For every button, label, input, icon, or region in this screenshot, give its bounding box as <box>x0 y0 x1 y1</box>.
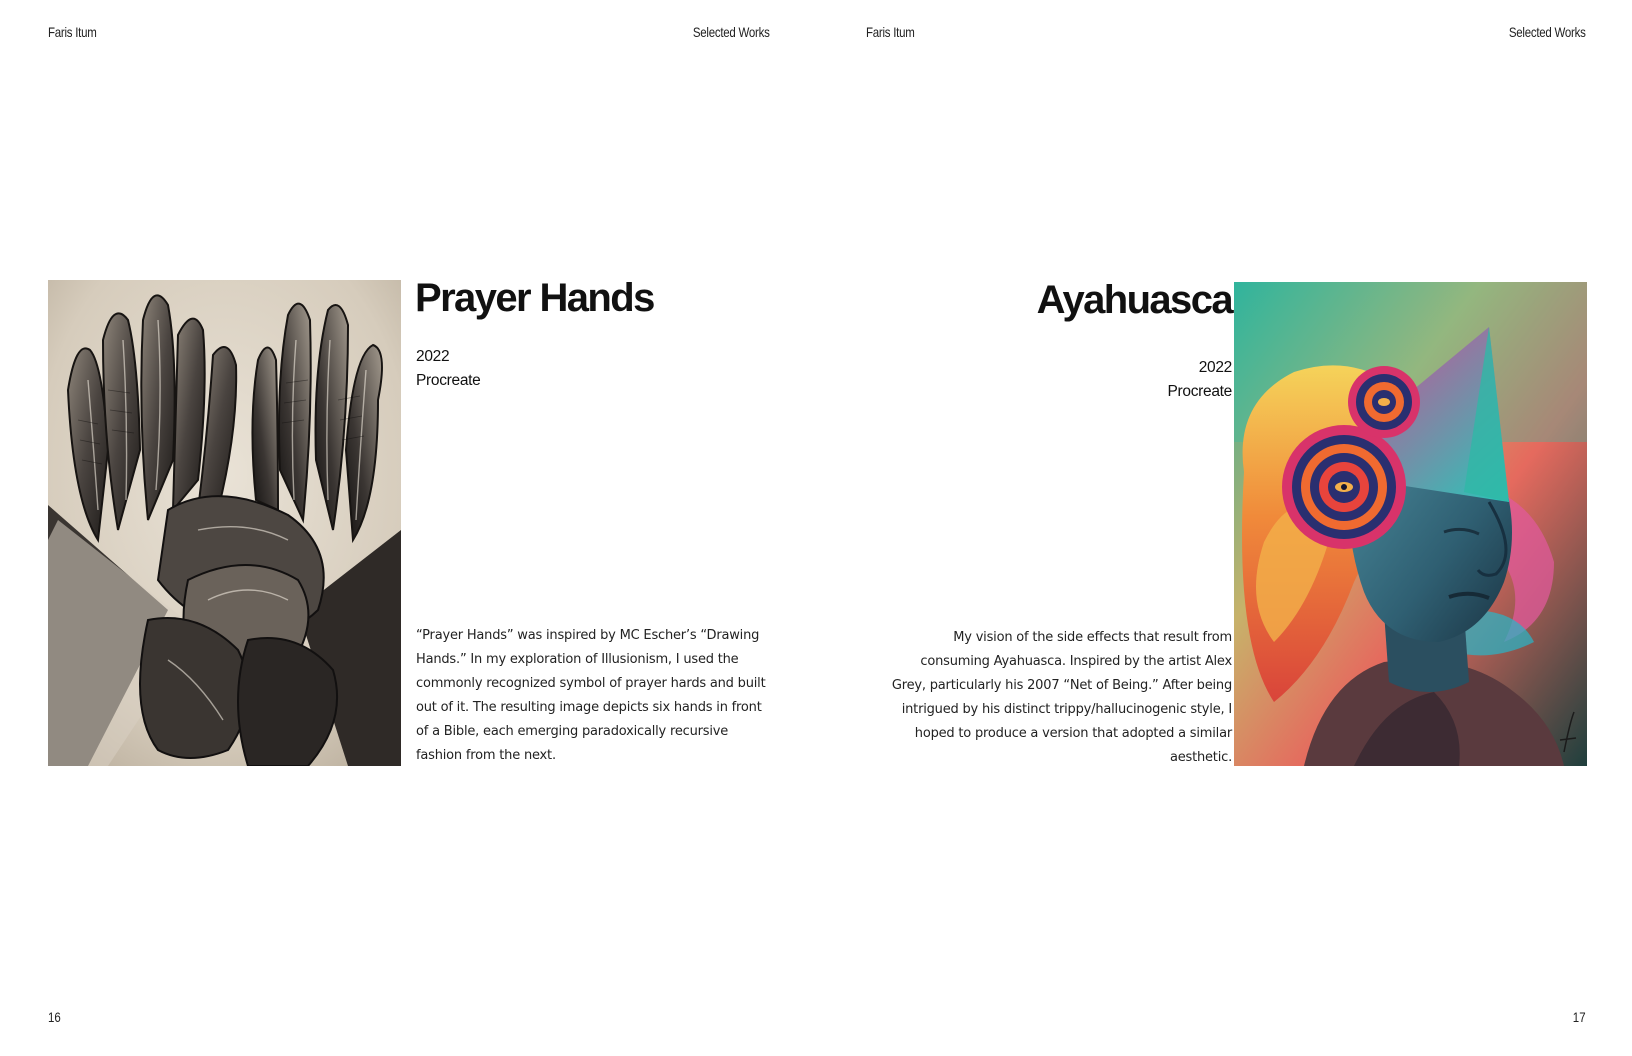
header-section: Selected Works <box>693 24 770 40</box>
artwork-description: My vision of the side effects that resul… <box>891 630 1232 765</box>
header-author: Faris Itum <box>48 24 97 40</box>
prayer-hands-artwork <box>48 280 401 766</box>
right-page: Faris Itum Selected Works Ayahuasca 2022… <box>816 0 1632 1056</box>
artwork-title: Ayahuasca <box>1036 278 1234 322</box>
header-section: Selected Works <box>1509 24 1586 40</box>
artwork-description: “Prayer Hands” was inspired by MC Escher… <box>416 628 766 763</box>
artwork-title: Prayer Hands <box>415 276 655 320</box>
artwork-year: 2022 <box>416 348 450 365</box>
ayahuasca-artwork <box>1234 282 1587 766</box>
left-page: Faris Itum Selected Works Prayer Hands 2… <box>0 0 816 1056</box>
artwork-medium: Procreate <box>1167 383 1233 400</box>
header-author: Faris Itum <box>866 24 915 40</box>
page-number: 17 <box>1573 1009 1586 1025</box>
page-number: 16 <box>48 1009 61 1025</box>
artwork-year: 2022 <box>1198 359 1233 376</box>
artwork-medium: Procreate <box>416 372 481 389</box>
